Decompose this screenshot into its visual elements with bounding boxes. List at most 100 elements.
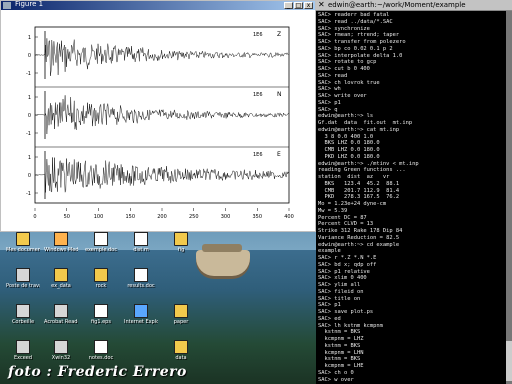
terminal-line: SAC> save plot.ps (318, 309, 374, 315)
desktop-icon[interactable]: Poste de travail (6, 268, 40, 300)
folder-icon (16, 232, 30, 246)
close-button[interactable]: x (304, 2, 313, 9)
y-tick-label: 0 (28, 173, 31, 179)
terminal-line: Percent CLVD = 13 (318, 221, 374, 228)
desktop-icon[interactable]: ex_data (44, 268, 78, 300)
terminal-line: SAC> rotate to gcp (318, 59, 377, 66)
app-icon (54, 340, 68, 354)
graph-window-titlebar[interactable]: Figure 1 _ □ x (1, 0, 315, 10)
x-tick-label: 350 (252, 214, 262, 220)
terminal-line: CMB 201.7 112.9 81.4 (318, 187, 400, 194)
desktop-icon[interactable]: fig (164, 232, 198, 264)
terminal-line: SAC> p1 (318, 99, 341, 106)
seismogram-svg: -1 0 1 Z 1E6 -1 0 1 N 1E6 -1 0 1 E 1E6 0 50 100 150 200 250 3… (26, 26, 294, 220)
desktop-icon[interactable]: Acrobat Reader (44, 304, 78, 336)
terminal-line: 3 8 0.0 400 1.0 (318, 133, 374, 140)
terminal-line: SAC> read (318, 72, 348, 79)
app-icon (16, 304, 30, 318)
desktop-icon-label: dist.m (133, 247, 149, 253)
x-tick-label: 400 (284, 214, 294, 220)
panel-component-label: Z (277, 31, 281, 38)
terminal-line: SAC> cut b 0 400 (318, 66, 370, 72)
desktop-icon-label: ex_data (51, 283, 71, 289)
terminal-line: SAC> wh (318, 86, 341, 93)
terminal-line: Strike 312 Rake 178 Dip 84 (318, 228, 403, 234)
terminal-line: SAC> xlim 0 400 (318, 275, 367, 282)
terminal-scrollbar[interactable] (506, 11, 512, 384)
y-tick-label: -1 (26, 191, 31, 197)
desktop-icon-label: Internet Explorer (124, 319, 158, 325)
scrollbar-thumb[interactable] (506, 341, 512, 381)
folder-icon (94, 268, 108, 282)
desktop-icon[interactable]: exemple.doc (84, 232, 118, 264)
y-tick-label: -1 (26, 131, 31, 137)
x-tick-label: 150 (125, 214, 135, 220)
terminal-line: SAC> title on (318, 295, 361, 302)
desktop-icon[interactable]: Internet Explorer (124, 304, 158, 336)
terminal-line: Gf.dat data fit.out mt.inp (318, 120, 413, 126)
desktop-icon-label: Mes documents (6, 247, 40, 253)
x-tick-label: 300 (221, 214, 231, 220)
panel-scale-label: 1E6 (253, 152, 263, 158)
minimize-button[interactable]: _ (284, 2, 293, 9)
seismogram-trace (34, 38, 289, 76)
seismogram-trace (35, 95, 289, 135)
y-tick-label: 1 (28, 95, 31, 101)
panel-scale-label: 1E6 (253, 32, 263, 38)
terminal-line: BKS 123.4 45.2 88.1 (318, 180, 400, 187)
desktop-icon-label: exemple.doc (85, 247, 117, 253)
terminal-line: CMB LHZ 0.0 180.0 (318, 147, 380, 153)
terminal-line: SAC> ch lovrok true (318, 79, 380, 86)
desktop-icon[interactable]: Windows Media Player (44, 232, 78, 264)
ie-icon (134, 304, 148, 318)
terminal-window[interactable]: ✕ edwin@earth:~/work/Moment/example SAC>… (316, 0, 512, 384)
terminal-titlebar[interactable]: ✕ edwin@earth:~/work/Moment/example (316, 0, 512, 11)
terminal-line: kstnm = BKS (318, 329, 361, 336)
terminal-line: SAC> p1 relative (318, 268, 370, 275)
x-logo-icon: ✕ (318, 0, 325, 9)
maximize-button[interactable]: □ (294, 2, 303, 9)
terminal-line: Variance Reduction = 82.5 (318, 234, 400, 241)
terminal-line: SAC> lh kstnm kcmpnm (318, 322, 383, 329)
doc-icon (94, 304, 108, 318)
desktop-icon-label: Poste de travail (6, 283, 40, 289)
terminal-line: SAC> rmean; rtrend; taper (318, 32, 400, 39)
terminal-line: SAC> fileid on (318, 288, 364, 295)
y-tick-label: 0 (28, 53, 31, 59)
desktop-icon[interactable]: Mes documents (6, 232, 40, 264)
panel-scale-label: 1E6 (253, 92, 263, 98)
doc-icon (134, 268, 148, 282)
folder-icon (174, 232, 188, 246)
terminal-line: example (318, 248, 341, 255)
terminal-line: SAC> q (318, 106, 338, 113)
terminal-line: kstnm = BKS (318, 342, 361, 349)
desktop-icon-label: Exceed (13, 355, 33, 361)
terminal-line: SAC> ch o 0 (318, 369, 354, 376)
terminal-line: edwin@earth:~> cat mt.inp (318, 126, 400, 133)
panel-component-label: N (277, 91, 282, 98)
desktop-icon[interactable]: dist.m (124, 232, 158, 264)
desktop-icon[interactable]: Corbeille (6, 304, 40, 336)
x-tick-label: 100 (94, 214, 104, 220)
panel-component-label: E (277, 151, 281, 158)
terminal-line: kstnm = BKS (318, 356, 361, 363)
x-tick-label: 200 (157, 214, 167, 220)
desktop-icon[interactable]: fig1.eps (84, 304, 118, 336)
terminal-line: PKD 278.3 167.5 76.2 (318, 194, 400, 201)
terminal-line: PKD LHZ 0.0 180.0 (318, 153, 380, 160)
terminal-line: SAC> ylim all (318, 282, 361, 288)
graph-window[interactable]: Figure 1 _ □ x -1 0 1 Z 1E6 -1 0 1 N 1E6 -1 0 1 E 1E6 0… (0, 0, 316, 232)
desktop-icon-label: fig1.eps (91, 319, 111, 325)
terminal-line: SAC> readerr bad fatal (318, 12, 390, 18)
seismogram-plot: -1 0 1 Z 1E6 -1 0 1 N 1E6 -1 0 1 E 1E6 0 50 100 150 200 250 3… (7, 17, 307, 227)
terminal-output[interactable]: SAC> readerr bad fatal SAC> read ../data/… (318, 12, 504, 382)
desktop-icon[interactable]: results.doc (124, 268, 158, 300)
terminal-line: SAC> read ../data/*.SAC (318, 18, 393, 25)
desktop-icon-label: paper (173, 319, 189, 325)
terminal-line: SAC> ed (318, 315, 341, 322)
desktop-icon[interactable]: rock (84, 268, 118, 300)
doc-icon (94, 232, 108, 246)
terminal-line: SAC> synchronize (318, 25, 370, 32)
terminal-line: BKS LHZ 0.0 180.0 (318, 140, 380, 147)
desktop-icon[interactable]: paper (164, 304, 198, 336)
